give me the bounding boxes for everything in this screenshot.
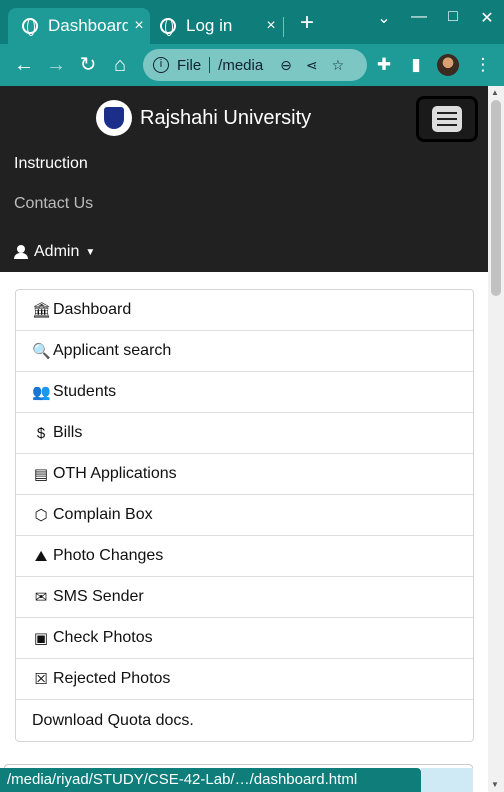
side-panel-icon[interactable]: ▮ [405, 54, 427, 76]
list-item-label: OTH Applications [53, 465, 177, 482]
list-item-label: Rejected Photos [53, 670, 171, 687]
list-item-label: SMS Sender [53, 588, 144, 605]
list-card-icon: ▤ [33, 466, 49, 483]
file-x-icon: ☒ [34, 671, 48, 688]
scroll-down-arrow-icon[interactable]: ▼ [491, 780, 499, 789]
back-arrow-icon[interactable]: ← [11, 53, 37, 77]
image-icon: ▣ [33, 630, 49, 647]
site-navbar: Rajshahi University Instruction Contact … [0, 86, 488, 272]
tab-close-icon[interactable]: × [260, 17, 282, 35]
tab-title: Log in [186, 16, 233, 35]
info-icon[interactable]: i [153, 57, 169, 73]
tab-log-in[interactable]: Log in × [150, 8, 282, 44]
list-item[interactable]: ☒ Rejected Photos [16, 659, 473, 700]
forward-arrow-icon[interactable]: → [43, 53, 69, 77]
university-logo [96, 100, 132, 136]
profile-avatar[interactable] [437, 54, 459, 76]
dollar-icon: $ [36, 424, 46, 442]
list-item[interactable]: ⬡ Complain Box [16, 495, 473, 536]
search-icon: 🔍 [32, 343, 51, 360]
page-scrollbar[interactable]: ▲ ▼ [488, 86, 504, 792]
page-content: Rajshahi University Instruction Contact … [0, 86, 504, 792]
browser-tab-bar: Dashboard × Log in × + ⌄ — □ ✕ [0, 0, 504, 44]
reload-icon[interactable]: ↻ [75, 53, 101, 77]
tab-separator [283, 17, 284, 37]
list-item[interactable]: ✉ SMS Sender [16, 577, 473, 618]
window-close-button[interactable]: ✕ [474, 8, 500, 28]
envelope-icon: ✉ [34, 589, 48, 606]
tab-search-icon[interactable]: ⌄ [371, 8, 397, 28]
minimize-button[interactable]: — [406, 8, 432, 26]
list-item[interactable]: ▤ OTH Applications [16, 454, 473, 495]
list-item-label: Download Quota docs. [32, 711, 194, 729]
scroll-up-arrow-icon[interactable]: ▲ [491, 88, 499, 97]
box-icon: ⬡ [34, 507, 48, 524]
scrollbar-thumb[interactable] [491, 100, 501, 296]
list-item[interactable]: ▣ Check Photos [16, 618, 473, 659]
hamburger-icon [432, 106, 462, 132]
list-item-label: Bills [53, 424, 83, 441]
tab-title: Dashboard [48, 16, 128, 35]
link-status-bar: /media/riyad/STUDY/CSE-42-Lab/…/dashboar… [0, 768, 421, 792]
menu-kebab-icon[interactable]: ⋮ [472, 54, 494, 76]
brand-title: Rajshahi University [140, 106, 312, 129]
divider [209, 57, 211, 73]
bookmark-star-icon[interactable]: ☆ [332, 57, 345, 74]
list-item[interactable]: Download Quota docs. [16, 700, 473, 741]
list-item-label: Check Photos [53, 629, 153, 646]
status-bar-filler [421, 768, 473, 792]
list-item-label: Applicant search [53, 342, 172, 359]
maximize-button[interactable]: □ [440, 8, 466, 26]
tab-close-icon[interactable]: × [128, 17, 150, 35]
globe-icon [160, 18, 176, 36]
nav-link-contact-us[interactable]: Contact Us [14, 195, 93, 213]
admin-label: Admin [34, 243, 80, 260]
people-icon: 👥 [32, 384, 51, 401]
list-item[interactable]: 👥 Students [16, 372, 473, 413]
navbar-toggler-button[interactable] [416, 96, 478, 142]
scheme-label: File [177, 56, 202, 74]
list-item[interactable]: 🔍 Applicant search [16, 331, 473, 372]
list-item[interactable]: $ Bills [16, 413, 473, 454]
extensions-icon[interactable]: ✚ [373, 54, 395, 76]
list-item-label: Students [53, 383, 117, 400]
tab-dashboard[interactable]: Dashboard × [8, 8, 150, 44]
person-icon [14, 245, 28, 259]
list-item[interactable]: ⛰ Photo Changes [16, 536, 473, 577]
bank-icon: 🏛 [32, 302, 52, 319]
caret-down-icon: ▼ [85, 246, 96, 258]
zoom-icon[interactable]: ⊖ [280, 57, 292, 74]
admin-dropdown[interactable]: Admin ▼ [14, 243, 95, 261]
share-icon[interactable]: ⋖ [306, 57, 318, 74]
admin-menu-list: 🏛 Dashboard 🔍 Applicant search 👥 Students $ Bil… [15, 289, 474, 742]
home-icon[interactable]: ⌂ [107, 53, 133, 77]
list-item-label: Dashboard [53, 301, 132, 318]
address-bar[interactable]: i File /media ⊖ ⋖ ☆ [143, 49, 367, 81]
list-item-label: Complain Box [53, 506, 153, 523]
browser-toolbar: ← → ↻ ⌂ i File /media ⊖ ⋖ ☆ ✚ ▮ ⋮ [0, 44, 504, 86]
url-text: /media [218, 56, 264, 74]
new-tab-button[interactable]: + [294, 10, 320, 36]
site-brand[interactable]: Rajshahi University [96, 100, 311, 136]
person-image-icon: ⛰ [34, 547, 48, 565]
list-item-label: Photo Changes [53, 547, 164, 564]
list-item[interactable]: 🏛 Dashboard [16, 290, 473, 331]
globe-icon [22, 18, 38, 36]
nav-link-instruction[interactable]: Instruction [14, 155, 88, 173]
